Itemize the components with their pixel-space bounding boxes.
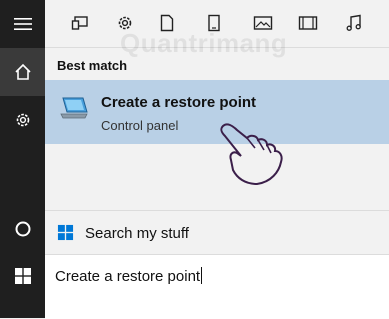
home-icon xyxy=(14,63,31,80)
left-rail xyxy=(0,0,45,318)
best-match-heading: Best match xyxy=(57,58,128,73)
windows-logo-icon xyxy=(57,224,74,241)
home-button[interactable] xyxy=(0,48,45,96)
filter-music[interactable] xyxy=(340,10,368,36)
result-title: Create a restore point xyxy=(101,94,257,111)
result-subtitle: Control panel xyxy=(101,118,179,133)
search-input[interactable]: Create a restore point xyxy=(45,254,389,319)
pointing-hand-cursor-icon xyxy=(220,123,283,186)
start-button[interactable] xyxy=(0,252,45,300)
hamburger-menu-icon xyxy=(13,18,32,30)
search-my-stuff[interactable]: Search my stuff xyxy=(45,210,389,255)
gear-icon xyxy=(16,113,29,127)
apps-icon xyxy=(71,16,88,30)
search-my-stuff-label: Search my stuff xyxy=(85,225,189,242)
search-input-text[interactable]: Create a restore point xyxy=(55,267,203,285)
music-icon xyxy=(346,14,361,31)
cortana-button[interactable] xyxy=(0,205,45,253)
videos-icon xyxy=(298,16,318,30)
watermark: Quantrimang xyxy=(120,28,288,58)
cortana-circle-icon xyxy=(15,221,30,237)
search-panel: Quantrimang Best match Create a restore … xyxy=(45,0,389,319)
filter-apps[interactable] xyxy=(66,10,94,36)
settings-button[interactable] xyxy=(0,96,45,144)
hamburger-menu-button[interactable] xyxy=(0,0,45,48)
filter-videos[interactable] xyxy=(294,10,322,36)
system-restore-icon xyxy=(60,97,88,119)
search-input-value: Create a restore point xyxy=(55,268,201,285)
windows-logo-icon xyxy=(14,268,31,284)
text-caret xyxy=(201,267,203,284)
